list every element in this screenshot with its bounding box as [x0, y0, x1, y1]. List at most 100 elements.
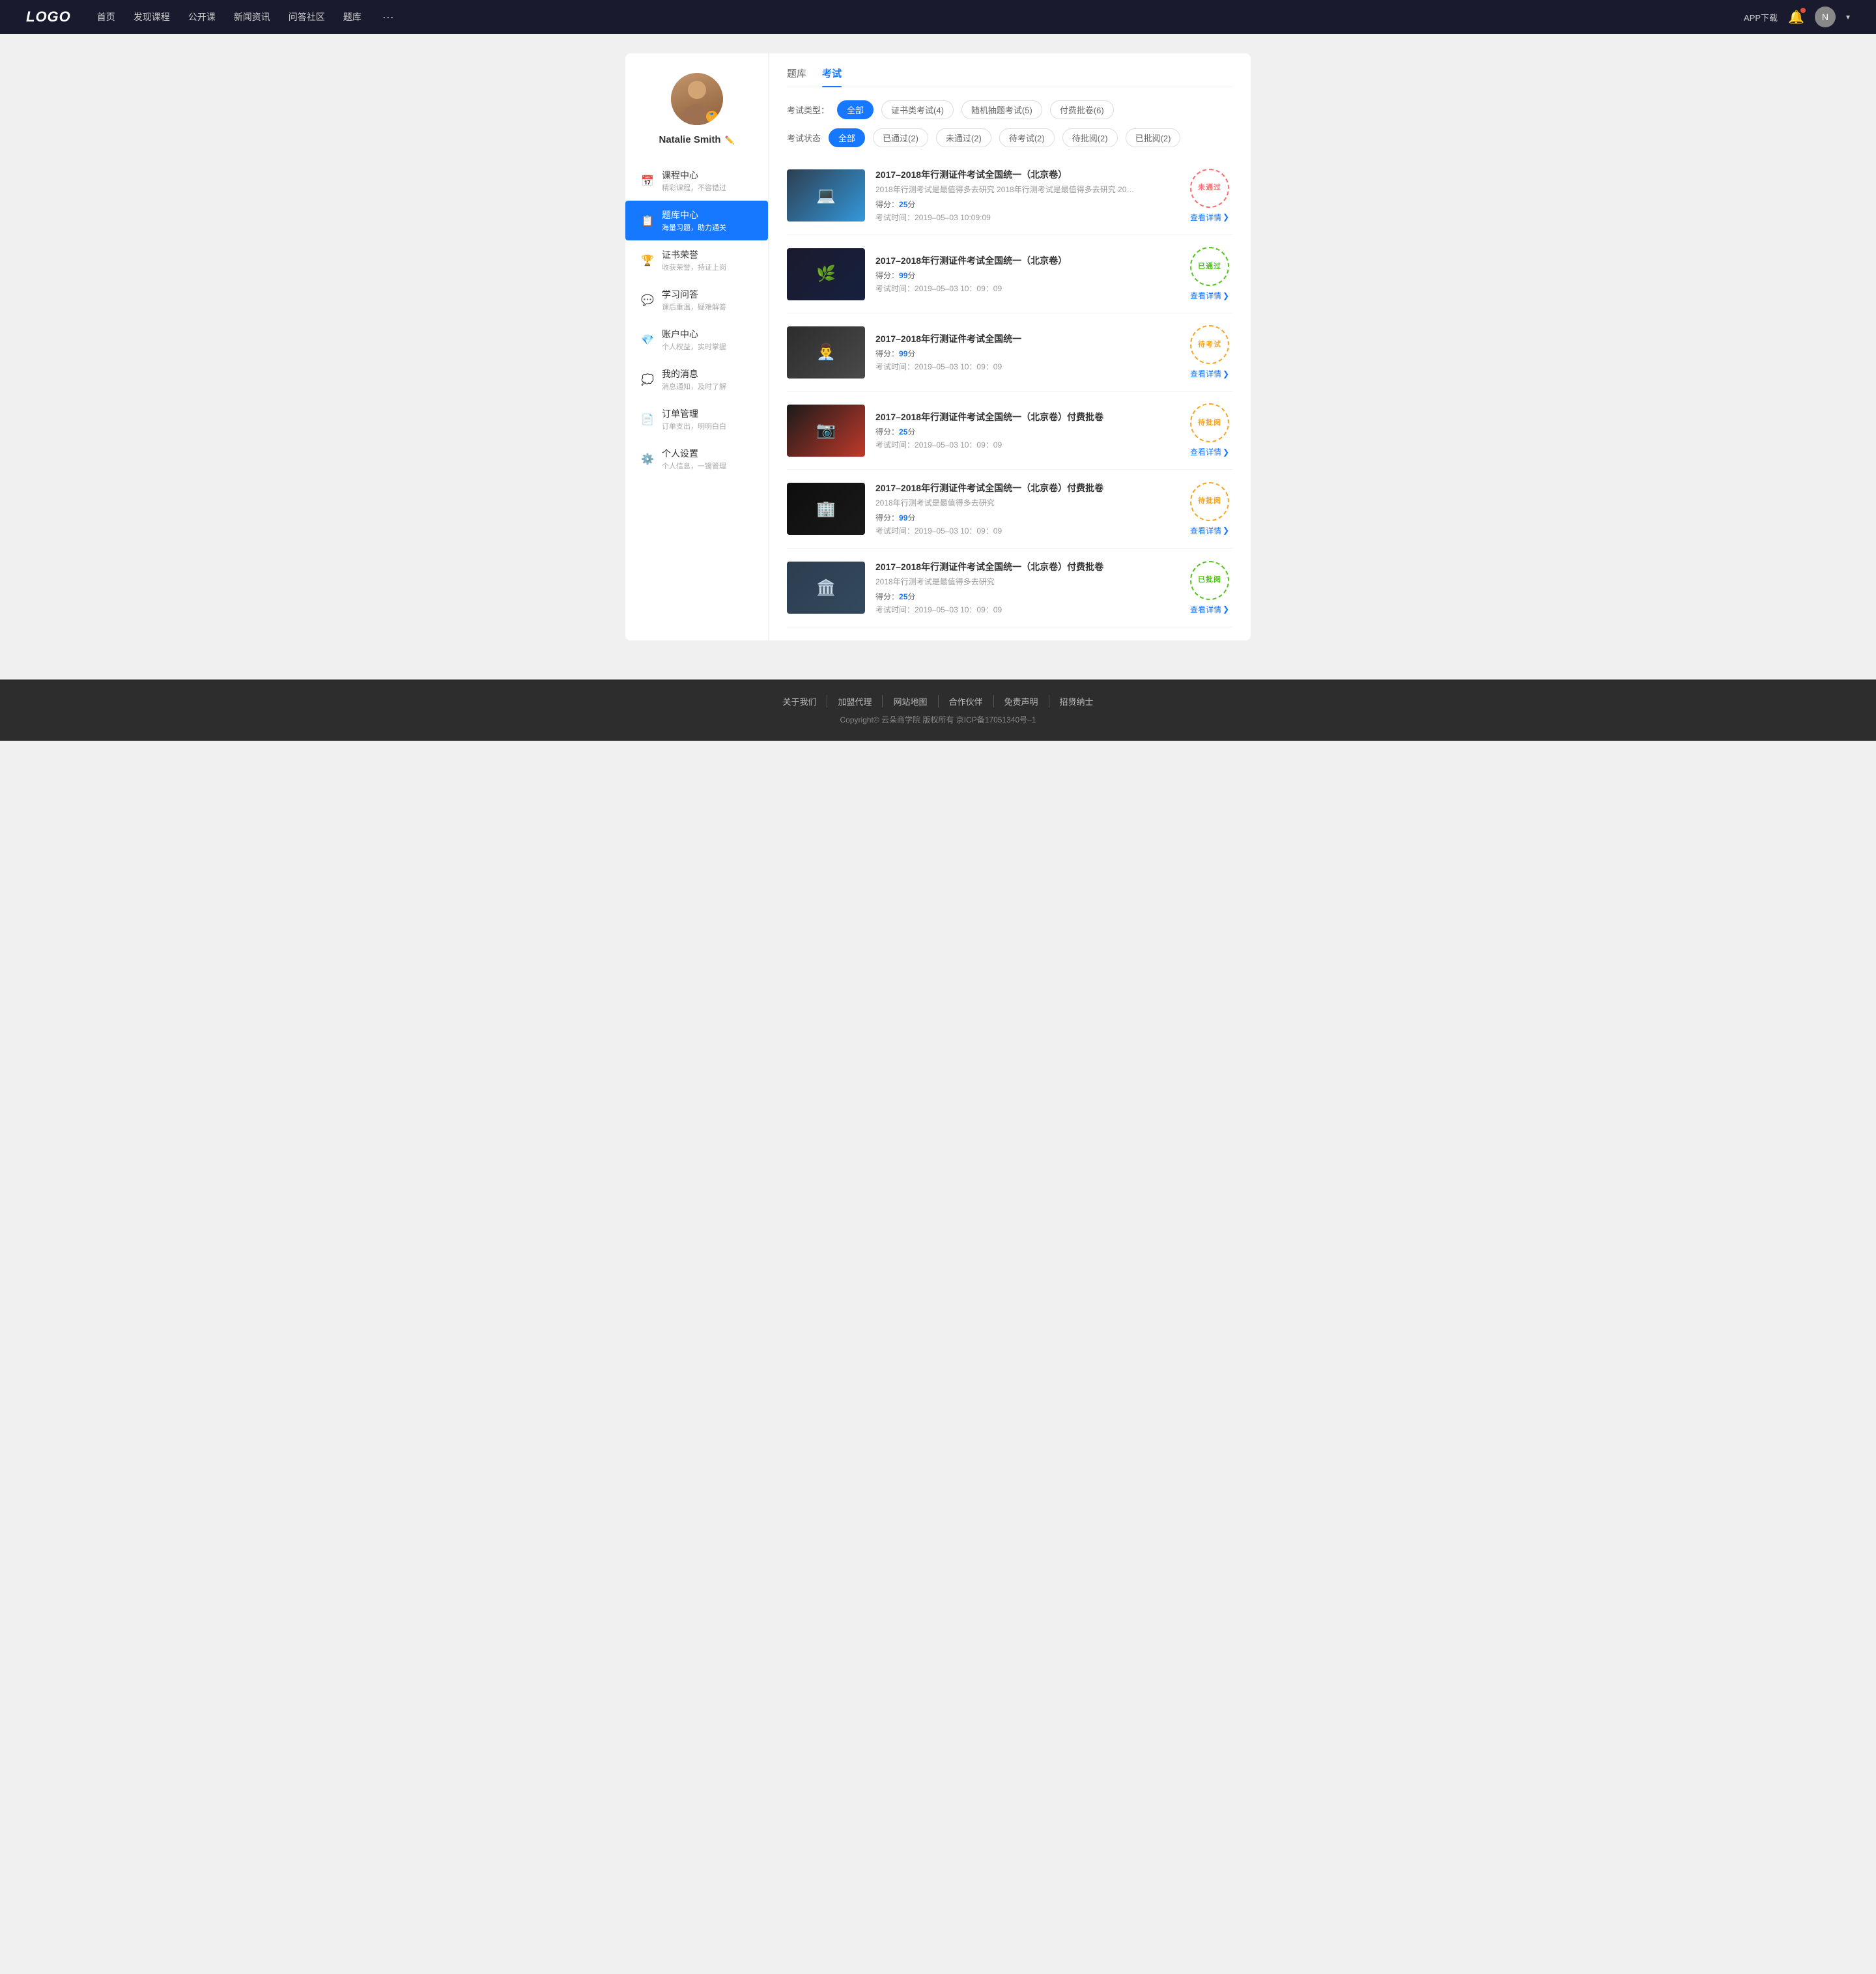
course-title: 课程中心: [662, 169, 726, 182]
footer-copyright: Copyright© 云朵商学院 版权所有 京ICP备17051340号–1: [0, 714, 1876, 725]
navbar: LOGO 首页 发现课程 公开课 新闻资讯 问答社区 题库 ··· APP下载 …: [0, 0, 1876, 34]
exam-stamp-4: 待批阅: [1190, 403, 1229, 442]
course-subtitle: 精彩课程，不容错过: [662, 182, 726, 193]
exam-title-5: 2017–2018年行测证件考试全国统一（北京卷）付费批卷: [875, 481, 1176, 494]
exam-title-4: 2017–2018年行测证件考试全国统一（北京卷）付费批卷: [875, 410, 1176, 423]
msg-title: 我的消息: [662, 367, 726, 380]
exam-info-5: 2017–2018年行测证件考试全国统一（北京卷）付费批卷 2018年行测考试是…: [875, 481, 1176, 536]
exam-detail-link-5[interactable]: 查看详情 ❯: [1190, 525, 1229, 536]
exam-score-5: 得分：99分: [875, 512, 1176, 523]
table-row: 👨‍💼 2017–2018年行测证件考试全国统一 得分：99分 考试时间：201…: [787, 313, 1232, 392]
exam-status-5: 待批阅 查看详情 ❯: [1187, 482, 1232, 536]
nav-news[interactable]: 新闻资讯: [234, 10, 270, 24]
exam-stamp-2: 已通过: [1190, 247, 1229, 286]
sidebar-item-bank[interactable]: 📋 题库中心 海量习题，助力通关: [625, 201, 768, 240]
honor-icon: 🏆: [641, 254, 654, 267]
nav-discover[interactable]: 发现课程: [134, 10, 170, 24]
sidebar-username: Natalie Smith ✏️: [659, 134, 735, 145]
table-row: 🌿 2017–2018年行测证件考试全国统一（北京卷） 得分：99分 考试时间：…: [787, 235, 1232, 313]
order-icon: 📄: [641, 413, 654, 426]
award-badge-icon: 🏅: [706, 111, 718, 122]
footer-link-partner[interactable]: 合作伙伴: [938, 695, 993, 708]
exam-detail-link-1[interactable]: 查看详情 ❯: [1190, 212, 1229, 223]
filter-status-pending[interactable]: 待考试(2): [999, 128, 1055, 147]
footer-link-jobs[interactable]: 招贤纳士: [1049, 695, 1104, 708]
content-card: 🏅 Natalie Smith ✏️ 📅 课程中心 精彩课程，不容错过 📋: [625, 53, 1251, 640]
filter-status-all[interactable]: 全部: [829, 128, 865, 147]
sidebar-item-course[interactable]: 📅 课程中心 精彩课程，不容错过: [625, 161, 768, 201]
footer-link-about[interactable]: 关于我们: [772, 695, 827, 708]
nav-bank[interactable]: 题库: [343, 10, 362, 24]
nav-qa[interactable]: 问答社区: [289, 10, 325, 24]
tab-bank[interactable]: 题库: [787, 66, 806, 87]
filter-type-row: 考试类型： 全部 证书类考试(4) 随机抽题考试(5) 付费批卷(6): [787, 100, 1232, 119]
filter-status-review[interactable]: 待批阅(2): [1062, 128, 1118, 147]
account-subtitle: 个人权益，实时掌握: [662, 341, 726, 352]
exam-detail-link-6[interactable]: 查看详情 ❯: [1190, 604, 1229, 615]
user-avatar[interactable]: N: [1815, 7, 1836, 27]
avatar-chevron-icon[interactable]: ▾: [1846, 12, 1850, 21]
settings-title: 个人设置: [662, 447, 726, 460]
sidebar-item-order[interactable]: 📄 订单管理 订单支出，明明白白: [625, 399, 768, 439]
footer: 关于我们 加盟代理 网站地图 合作伙伴 免责声明 招贤纳士 Copyright©…: [0, 679, 1876, 741]
footer-link-disclaimer[interactable]: 免责声明: [993, 695, 1049, 708]
tab-exam[interactable]: 考试: [822, 66, 842, 87]
exam-time-3: 考试时间：2019–05–03 10：09：09: [875, 361, 1176, 372]
nav-open[interactable]: 公开课: [188, 10, 216, 24]
sidebar-avatar: 🏅: [671, 73, 723, 125]
honor-title: 证书荣誉: [662, 248, 726, 261]
exam-detail-link-4[interactable]: 查看详情 ❯: [1190, 446, 1229, 457]
footer-link-sitemap[interactable]: 网站地图: [882, 695, 937, 708]
sidebar-item-honor[interactable]: 🏆 证书荣誉 收获荣誉，持证上岗: [625, 240, 768, 280]
exam-status-3: 待考试 查看详情 ❯: [1187, 325, 1232, 379]
filter-type-paid[interactable]: 付费批卷(6): [1050, 100, 1114, 119]
exam-desc-5: 2018年行测考试是最值得多去研究: [875, 497, 1136, 508]
filter-status-reviewed[interactable]: 已批阅(2): [1126, 128, 1181, 147]
filter-type-all[interactable]: 全部: [837, 100, 874, 119]
account-title: 账户中心: [662, 328, 726, 341]
exam-desc-1: 2018年行测考试是最值得多去研究 2018年行测考试是最值得多去研究 2018…: [875, 184, 1136, 195]
logo: LOGO: [26, 8, 71, 25]
exam-detail-link-2[interactable]: 查看详情 ❯: [1190, 290, 1229, 301]
exam-thumb-4: 📷: [787, 405, 865, 457]
sidebar-item-msg[interactable]: 💭 我的消息 消息通知，及时了解: [625, 360, 768, 399]
exam-status-2: 已通过 查看详情 ❯: [1187, 247, 1232, 301]
bank-title: 题库中心: [662, 208, 726, 222]
nav-links: 首页 发现课程 公开课 新闻资讯 问答社区 题库 ···: [97, 10, 1744, 24]
filter-status-passed[interactable]: 已通过(2): [873, 128, 928, 147]
footer-link-agent[interactable]: 加盟代理: [827, 695, 882, 708]
sidebar-item-settings[interactable]: ⚙️ 个人设置 个人信息，一键管理: [625, 439, 768, 479]
filter-status-notpassed[interactable]: 未通过(2): [936, 128, 991, 147]
footer-links: 关于我们 加盟代理 网站地图 合作伙伴 免责声明 招贤纳士: [0, 695, 1876, 708]
exam-thumb-1: 💻: [787, 169, 865, 222]
exam-stamp-6: 已批阅: [1190, 561, 1229, 600]
sidebar-item-account[interactable]: 💎 账户中心 个人权益，实时掌握: [625, 320, 768, 360]
filter-status-label: 考试状态: [787, 132, 821, 144]
nav-right: APP下载 🔔 N ▾: [1744, 7, 1850, 27]
sidebar-item-qa[interactable]: 💬 学习问答 课后重温，疑难解答: [625, 280, 768, 320]
edit-profile-icon[interactable]: ✏️: [725, 136, 735, 145]
exam-info-3: 2017–2018年行测证件考试全国统一 得分：99分 考试时间：2019–05…: [875, 332, 1176, 372]
exam-score-3: 得分：99分: [875, 348, 1176, 359]
filter-type-random[interactable]: 随机抽题考试(5): [961, 100, 1042, 119]
filter-type-cert[interactable]: 证书类考试(4): [881, 100, 954, 119]
exam-score-2: 得分：99分: [875, 270, 1176, 281]
exam-stamp-3: 待考试: [1190, 325, 1229, 364]
exam-info-4: 2017–2018年行测证件考试全国统一（北京卷）付费批卷 得分：25分 考试时…: [875, 410, 1176, 450]
sidebar-menu: 📅 课程中心 精彩课程，不容错过 📋 题库中心 海量习题，助力通关 🏆: [625, 161, 768, 479]
exam-detail-link-3[interactable]: 查看详情 ❯: [1190, 368, 1229, 379]
course-icon: 📅: [641, 175, 654, 188]
app-download-button[interactable]: APP下载: [1744, 11, 1778, 23]
exam-score-4: 得分：25分: [875, 426, 1176, 437]
exam-score-6: 得分：25分: [875, 591, 1176, 602]
exam-info-1: 2017–2018年行测证件考试全国统一（北京卷） 2018年行测考试是最值得多…: [875, 168, 1176, 223]
filter-type-label: 考试类型：: [787, 104, 829, 116]
bank-subtitle: 海量习题，助力通关: [662, 222, 726, 233]
exam-desc-6: 2018年行测考试是最值得多去研究: [875, 576, 1136, 587]
exam-time-2: 考试时间：2019–05–03 10：09：09: [875, 283, 1176, 294]
qa-subtitle: 课后重温，疑难解答: [662, 302, 726, 312]
exam-list: 💻 2017–2018年行测证件考试全国统一（北京卷） 2018年行测考试是最值…: [787, 156, 1232, 627]
nav-home[interactable]: 首页: [97, 10, 115, 24]
nav-more[interactable]: ···: [382, 10, 394, 24]
notification-bell[interactable]: 🔔: [1788, 9, 1804, 25]
